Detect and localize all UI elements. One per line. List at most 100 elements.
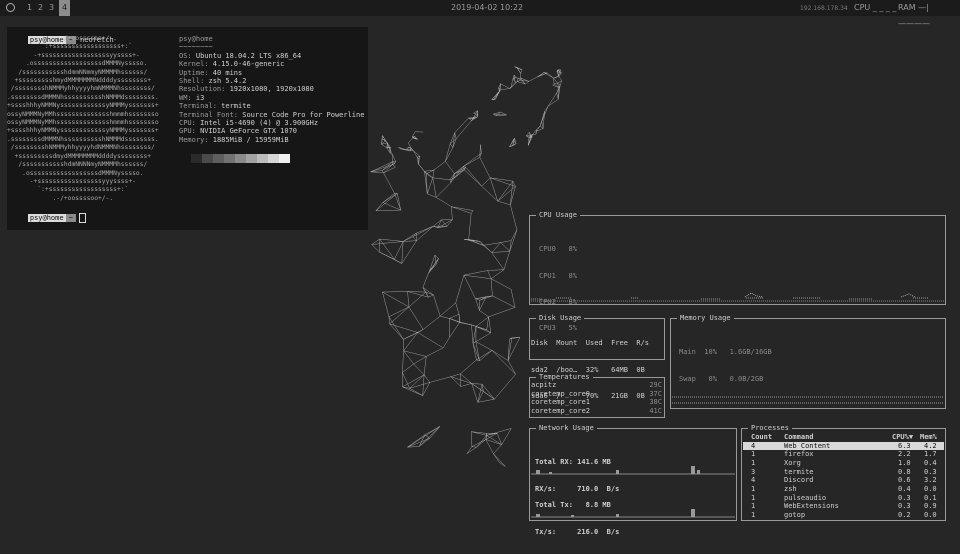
info-row: OS: Ubuntu 18.04.2 LTS x86_64 (179, 52, 364, 60)
cpu-core: CPU1 8% (539, 272, 577, 281)
tx-rate: Tx/s: 216.0 B/s (535, 528, 619, 537)
logo-line: +sssssssssdmydMMMMMMMMddddyssssssss+ (7, 153, 159, 161)
process-row[interactable]: 1gotop0.20.0 (743, 511, 944, 520)
info-value: 4.15.0-46-generic (209, 60, 285, 68)
tx-graph (531, 507, 735, 519)
color-swatch (213, 154, 224, 163)
process-mem: 0.4 (924, 459, 937, 468)
logo-line: +sssshhhyNMMNyssssssssssssyNMMMysssssss+ (7, 127, 159, 135)
memory-graph (672, 391, 944, 405)
temperatures-panel: Temperatures acpitz29Ccoretemp_core037Cc… (529, 377, 665, 418)
process-command: Xorg (784, 459, 801, 468)
process-mem: 0.0 (924, 485, 937, 494)
cpu-graph (531, 290, 944, 304)
disk-panel: Disk Usage Disk Mount Used Free R/s sda2… (529, 318, 665, 360)
info-row: CPU: Intel i5-4690 (4) @ 3.900GHz (179, 119, 364, 127)
process-cpu: 1.0 (898, 459, 911, 468)
sensor-value: 41C (649, 407, 662, 416)
logo-line: ossyNMMMNyMMhsssssssssssssshmmmhssssssso (7, 111, 159, 119)
logo-line: .ossssssssssssssssssdMMMNysssso. (7, 60, 159, 68)
network-title: Network Usage (536, 424, 597, 433)
process-mem: 0.0 (924, 511, 937, 520)
process-row[interactable]: 1zsh0.40.0 (743, 485, 944, 494)
cpu-title: CPU Usage (536, 211, 580, 220)
process-cpu: 0.3 (898, 502, 911, 511)
process-cpu: 0.6 (898, 476, 911, 485)
logo-line: `:+ssssssssssssssssss+:` (7, 43, 159, 51)
memory-swap: Swap 0% 0.0B/2GB (679, 375, 772, 384)
process-count: 1 (751, 485, 755, 494)
color-swatches (191, 154, 290, 163)
prompt-arrow-icon: ~ (66, 214, 76, 222)
info-row: Resolution: 1920x1080, 1920x1080 (179, 85, 364, 93)
temperature-row: coretemp_core2 41C (531, 407, 663, 416)
temperature-row: acpitz 29C (531, 381, 663, 390)
info-value: 1885MiB / 15959MiB (209, 136, 289, 144)
info-value: Source Code Pro for Powerline (238, 111, 364, 119)
terminal-window[interactable]: psy@home~ neofetch .-/+oossssoo+/-. `:+s… (7, 27, 368, 230)
processes-panel: Processes Count Command CPU%▼ Mem% 4Web … (741, 428, 946, 521)
process-command: gotop (784, 511, 805, 520)
info-key: Terminal Font: (179, 111, 238, 119)
info-key: WM: (179, 94, 192, 102)
sensor-value: 38C (649, 398, 662, 407)
sensor-name: coretemp_core2 (531, 407, 590, 415)
system-info: psy@home~~~~~~~~OS: Ubuntu 18.04.2 LTS x… (179, 35, 364, 144)
col-command[interactable]: Command (784, 433, 814, 442)
logo-line: -+ssssssssssssssssssyyssss+- (7, 52, 159, 60)
info-key: Memory: (179, 136, 209, 144)
col-cpu[interactable]: CPU%▼ (892, 433, 913, 442)
process-count: 1 (751, 450, 755, 459)
process-command: Discord (784, 476, 814, 485)
logo-line: /ssssssssssshdmNNNNmyNMMMMhssssss/ (7, 161, 159, 169)
info-key: Kernel: (179, 60, 209, 68)
process-row[interactable]: 1firefox2.21.7 (743, 450, 944, 459)
process-command: termite (784, 468, 814, 477)
info-row: Memory: 1885MiB / 15959MiB (179, 136, 364, 144)
process-cpu: 0.3 (898, 494, 911, 503)
color-swatch (202, 154, 213, 163)
process-count: 4 (751, 476, 755, 485)
process-count: 1 (751, 459, 755, 468)
temperature-row: coretemp_core037C (531, 390, 663, 399)
logo-line: /sssssssshNMMMyhhyyyyhmNMMMNhssssssss/ (7, 85, 159, 93)
info-row: GPU: NVIDIA GeForce GTX 1070 (179, 127, 364, 135)
process-row[interactable]: 4Web Content6.34.2 (743, 442, 944, 451)
memory-main: Main 10% 1.6GB/16GB (679, 348, 772, 357)
sensor-value: 29C (649, 381, 662, 390)
info-key: OS: (179, 52, 192, 60)
sensor-name: acpitz (531, 381, 556, 389)
info-key: Resolution: (179, 85, 225, 93)
col-count[interactable]: Count (751, 433, 772, 442)
process-count: 4 (751, 442, 755, 451)
process-row[interactable]: 3termite0.80.3 (743, 468, 944, 477)
disk-header: Disk Mount Used Free R/s (531, 339, 649, 348)
info-row: Terminal Font: Source Code Pro for Power… (179, 111, 364, 119)
process-mem: 3.2 (924, 476, 937, 485)
process-row[interactable]: 4 Discord 0.6 3.2 (743, 476, 944, 485)
process-command: Web Content (784, 442, 830, 451)
logo-line: .-/+oossssoo+/-. (7, 195, 159, 203)
col-mem[interactable]: Mem% (920, 433, 937, 442)
process-row[interactable]: 1WebExtensions0.30.9 (743, 502, 944, 511)
color-swatch (257, 154, 268, 163)
process-command: WebExtensions (784, 502, 839, 511)
process-cpu: 2.2 (898, 450, 911, 459)
logo-line: .ossssssssssssssssssdMMMNysssso. (7, 170, 159, 178)
process-count: 1 (751, 511, 755, 520)
cursor (79, 213, 86, 223)
logo-line: .ssssssssdMMMNhsssssssssshNMMMdssssssss. (7, 94, 159, 102)
process-mem: 0.9 (924, 502, 937, 511)
process-command: zsh (784, 485, 797, 494)
process-row[interactable]: 1 Xorg 1.0 0.4 (743, 459, 944, 468)
process-count: 1 (751, 494, 755, 503)
info-row: Uptime: 40 mins (179, 69, 364, 77)
process-cpu: 0.8 (898, 468, 911, 477)
process-mem: 0.3 (924, 468, 937, 477)
logo-line: +sssshhhyNMMNyssssssssssssyNMMMysssssss+ (7, 102, 159, 110)
info-row: Shell: zsh 5.4.2 (179, 77, 364, 85)
info-value: i3 (192, 94, 205, 102)
process-row[interactable]: 1pulseaudio0.30.1 (743, 494, 944, 503)
logo-line: ossyNMMMNyMMhsssssssssssssshmmmhssssssso (7, 119, 159, 127)
info-row: Kernel: 4.15.0-46-generic (179, 60, 364, 68)
